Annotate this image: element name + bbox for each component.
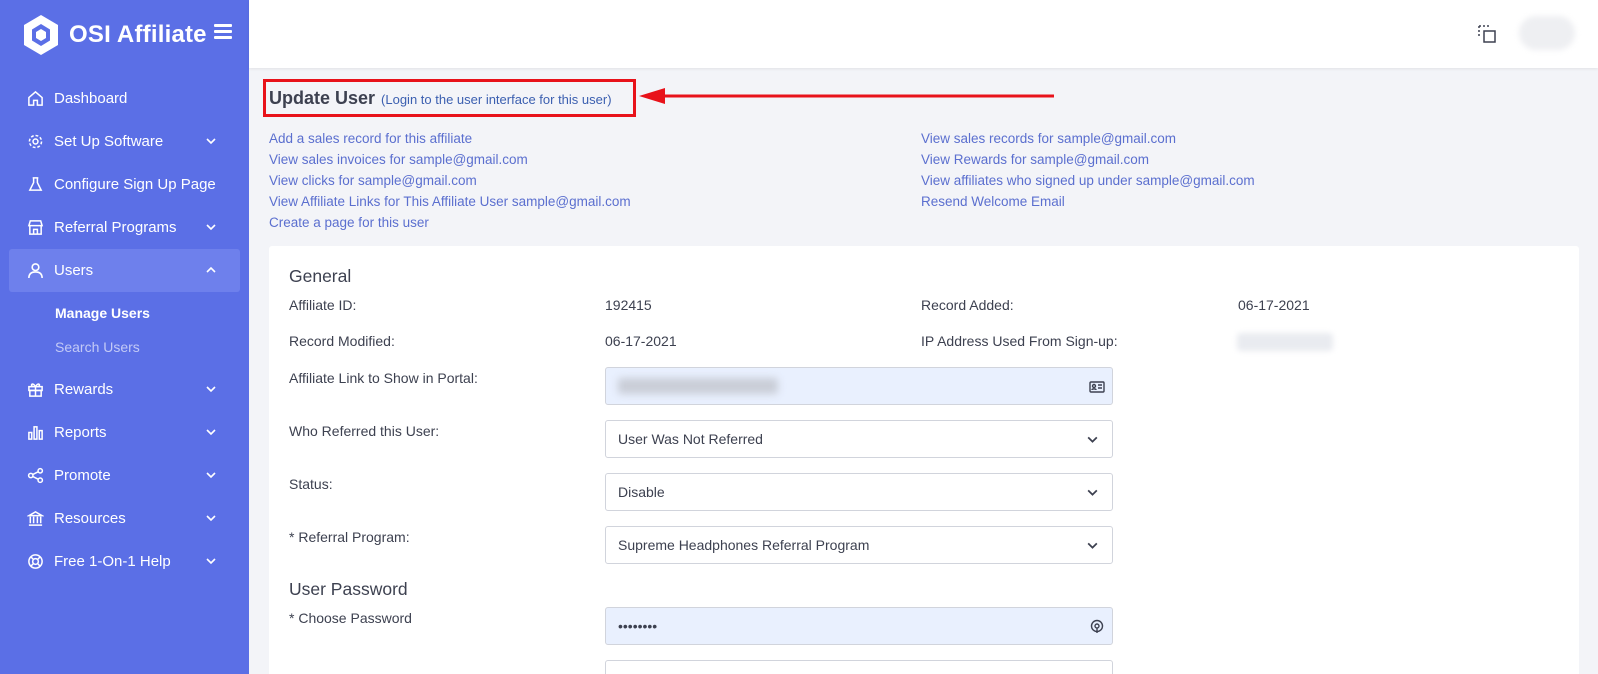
sidebar-item-free-help[interactable]: Free 1-On-1 Help [0, 540, 249, 583]
chevron-down-icon [206, 429, 216, 436]
referred-by-value: User Was Not Referred [618, 431, 763, 447]
sidebar-item-reports[interactable]: Reports [0, 411, 249, 454]
sidebar-item-label: Dashboard [54, 90, 128, 107]
quick-links-left: Add a sales record for this affiliate Vi… [269, 128, 631, 233]
view-affiliate-links-link[interactable]: View Affiliate Links for This Affiliate … [269, 191, 631, 212]
confirm-password-input[interactable] [605, 660, 1113, 674]
annotation-highlight-box [263, 79, 636, 117]
share-icon [26, 467, 44, 485]
create-page-link[interactable]: Create a page for this user [269, 212, 631, 233]
record-modified-value: 06-17-2021 [605, 333, 677, 349]
record-added-value: 06-17-2021 [1238, 297, 1310, 313]
sidebar-item-referral-programs[interactable]: Referral Programs [0, 206, 249, 249]
referral-program-value: Supreme Headphones Referral Program [618, 537, 870, 553]
chevron-down-icon [206, 224, 216, 231]
sidebar-item-promote[interactable]: Promote [0, 454, 249, 497]
choose-password-input[interactable]: •••••••• [605, 607, 1113, 645]
referral-program-select[interactable]: Supreme Headphones Referral Program [605, 526, 1113, 564]
sidebar-item-label: Reports [54, 424, 107, 441]
view-sales-invoices-link[interactable]: View sales invoices for sample@gmail.com [269, 149, 631, 170]
affiliate-link-input[interactable] [605, 367, 1113, 405]
sidebar-item-resources[interactable]: Resources [0, 497, 249, 540]
chevron-down-icon [206, 558, 216, 565]
affiliate-id-label: Affiliate ID: [289, 297, 357, 313]
gear-icon [26, 133, 44, 151]
ip-address-value [1237, 333, 1333, 351]
chevron-down-icon [1087, 436, 1098, 443]
referral-program-label: * Referral Program: [289, 529, 410, 545]
users-submenu: Manage Users Search Users [0, 292, 249, 368]
ip-address-label: IP Address Used From Sign-up: [921, 333, 1118, 349]
password-key-icon[interactable] [1088, 618, 1106, 636]
sidebar-item-label: Promote [54, 467, 111, 484]
sidebar-item-configure-sign-up-page[interactable]: Configure Sign Up Page [0, 163, 249, 206]
avatar[interactable] [1519, 16, 1575, 50]
view-sales-records-link[interactable]: View sales records for sample@gmail.com [921, 128, 1255, 149]
chevron-down-icon [1087, 542, 1098, 549]
sidebar-item-dashboard[interactable]: Dashboard [0, 77, 249, 120]
chevron-up-icon [206, 266, 216, 273]
bar-chart-icon [26, 424, 44, 442]
referred-by-select[interactable]: User Was Not Referred [605, 420, 1113, 458]
sidebar-item-set-up-software[interactable]: Set Up Software [0, 120, 249, 163]
topbar [249, 0, 1598, 68]
brand[interactable]: OSI Affiliate [22, 13, 207, 57]
chevron-down-icon [206, 386, 216, 393]
user-password-section-title: User Password [289, 579, 408, 599]
status-select[interactable]: Disable [605, 473, 1113, 511]
status-label: Status: [289, 476, 333, 492]
sidebar-item-label: Referral Programs [54, 219, 177, 236]
choose-password-value: •••••••• [618, 618, 658, 634]
affiliate-link-label: Affiliate Link to Show in Portal: [289, 370, 478, 386]
bank-icon [26, 510, 44, 528]
resend-welcome-email-link[interactable]: Resend Welcome Email [921, 191, 1255, 212]
menu-toggle-icon[interactable] [214, 24, 232, 40]
sidebar-item-label: Rewards [54, 381, 114, 398]
user-form-card: General Affiliate ID: 192415 Record Adde… [269, 246, 1579, 674]
sidebar-item-label: Free 1-On-1 Help [54, 553, 171, 570]
general-section-title: General [289, 266, 352, 286]
store-icon [26, 219, 44, 237]
sidebar-item-users[interactable]: Users [9, 249, 240, 292]
sidebar-item-rewards[interactable]: Rewards [0, 368, 249, 411]
osi-logo-icon [24, 15, 58, 55]
chevron-down-icon [1087, 489, 1098, 496]
sidebar-item-label: Users [54, 262, 94, 279]
sidebar-subitem-manage-users[interactable]: Manage Users [0, 296, 249, 330]
home-icon [26, 90, 44, 108]
lifebuoy-icon [26, 553, 44, 571]
view-clicks-link[interactable]: View clicks for sample@gmail.com [269, 170, 631, 191]
gift-icon [26, 381, 44, 399]
flask-icon [26, 176, 44, 194]
record-modified-label: Record Modified: [289, 333, 395, 349]
contact-card-icon[interactable] [1088, 378, 1106, 396]
sidebar-nav: Dashboard Set Up Software Configure Sign… [0, 77, 249, 583]
sidebar-subitem-search-users[interactable]: Search Users [0, 330, 249, 364]
chevron-down-icon [206, 138, 216, 145]
affiliate-id-value: 192415 [605, 297, 652, 313]
status-value: Disable [618, 484, 665, 500]
record-added-label: Record Added: [921, 297, 1014, 313]
sidebar-item-label: Resources [54, 510, 126, 527]
annotation-arrow-icon [639, 88, 1054, 104]
chevron-down-icon [206, 472, 216, 479]
sidebar-item-label: Set Up Software [54, 133, 164, 150]
quick-links-right: View sales records for sample@gmail.com … [921, 128, 1255, 212]
view-rewards-link[interactable]: View Rewards for sample@gmail.com [921, 149, 1255, 170]
add-sales-record-link[interactable]: Add a sales record for this affiliate [269, 128, 631, 149]
affiliate-link-value [618, 378, 778, 394]
chevron-down-icon [206, 515, 216, 522]
user-icon [26, 262, 44, 280]
brand-name: OSI Affiliate [69, 21, 207, 48]
sidebar: OSI Affiliate Dashboard Set Up Software … [0, 0, 249, 674]
sidebar-item-label: Configure Sign Up Page [54, 176, 216, 193]
main-content: Update User (Login to the user interface… [249, 68, 1598, 674]
referred-by-label: Who Referred this User: [289, 423, 440, 439]
view-signed-up-affiliates-link[interactable]: View affiliates who signed up under samp… [921, 170, 1255, 191]
fullscreen-icon[interactable] [1477, 24, 1497, 44]
choose-password-label: * Choose Password [289, 610, 412, 626]
